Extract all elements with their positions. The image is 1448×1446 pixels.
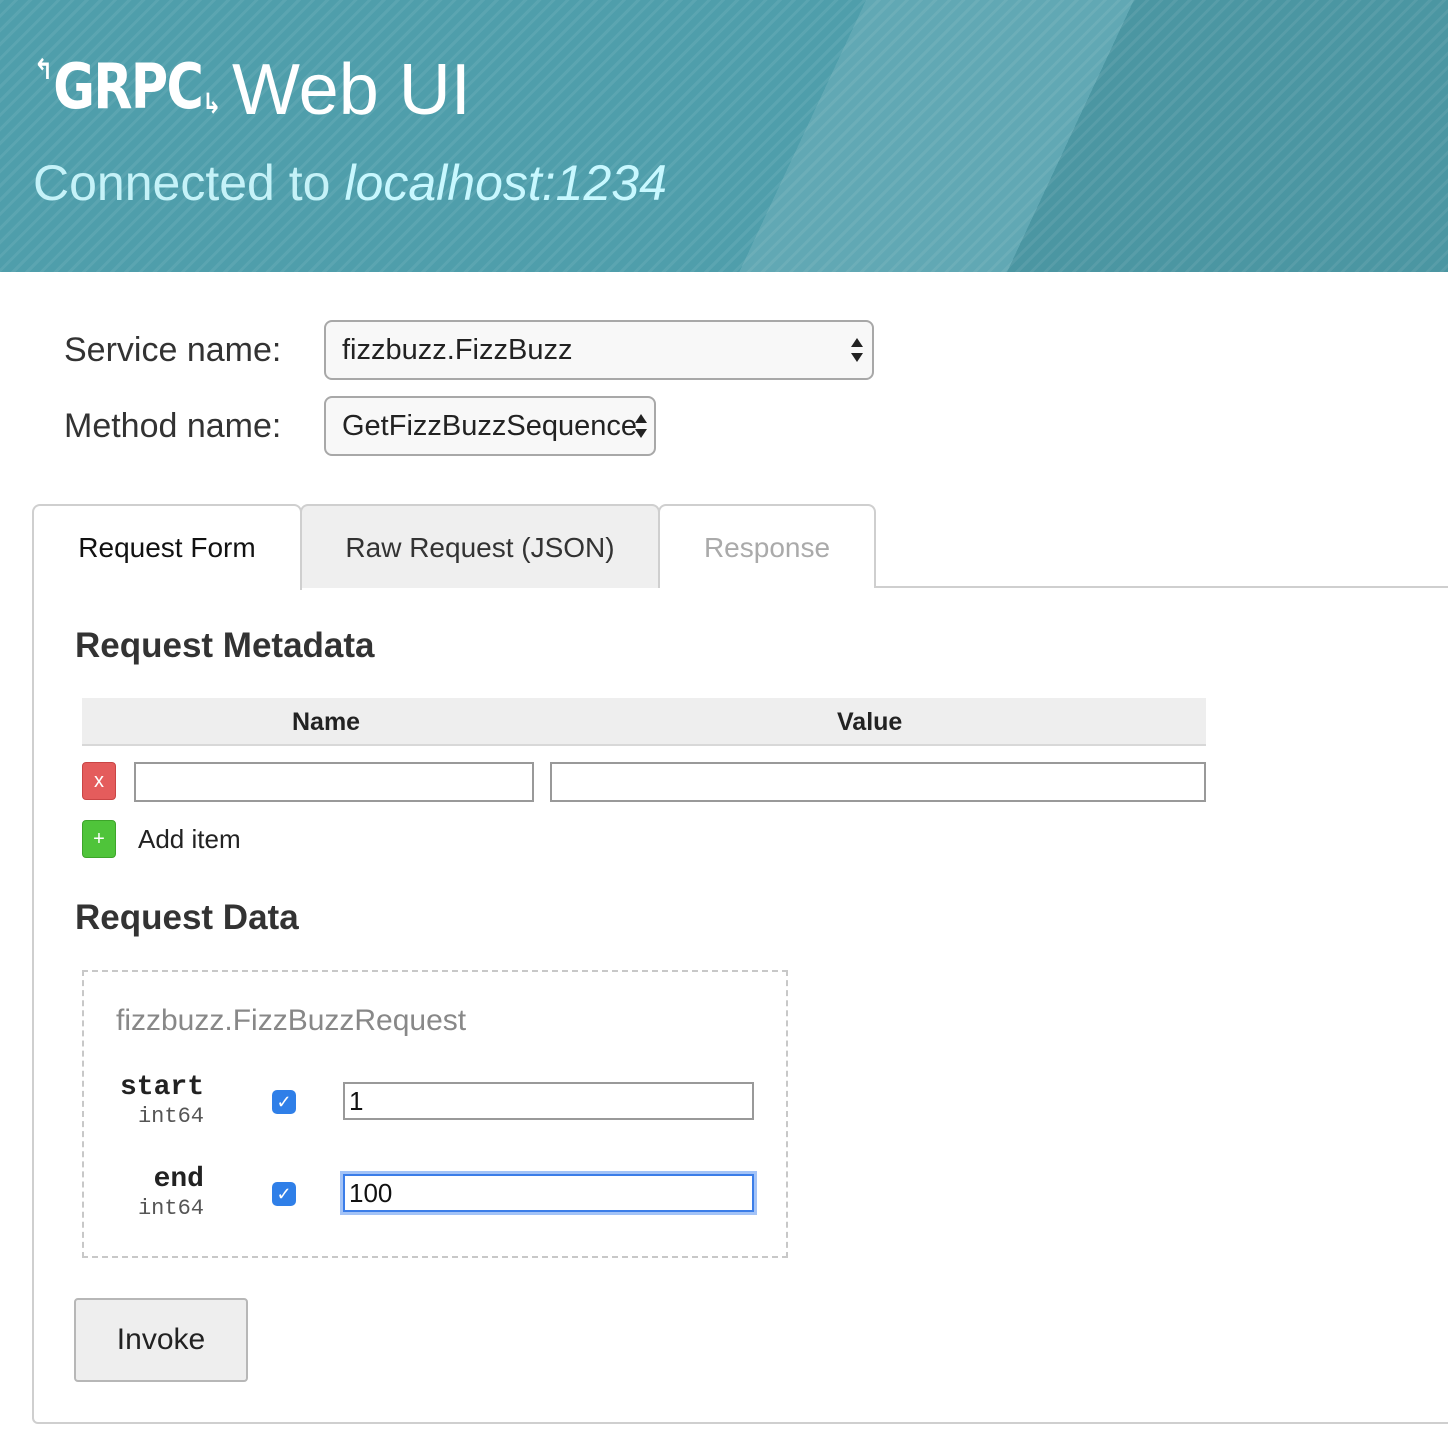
method-select-value: GetFizzBuzzSequence <box>342 410 637 442</box>
select-arrows-icon <box>851 338 863 362</box>
method-select[interactable]: GetFizzBuzzSequence <box>324 396 656 456</box>
connection-status: Connected to localhost:1234 <box>33 158 667 208</box>
field-start-checkbox[interactable]: ✓ <box>272 1090 296 1114</box>
service-select-value: fizzbuzz.FizzBuzz <box>342 334 573 366</box>
metadata-name-input[interactable] <box>134 762 534 802</box>
field-type-start: int64 <box>137 1104 204 1129</box>
host-address: localhost:1234 <box>344 155 667 211</box>
metadata-table-header: Name Value <box>82 698 1206 746</box>
request-metadata-heading: Request Metadata <box>75 626 375 665</box>
invoke-button[interactable]: Invoke <box>74 1298 248 1382</box>
field-end-checkbox[interactable]: ✓ <box>272 1182 296 1206</box>
column-value-header: Value <box>837 708 903 736</box>
app-title: Web UI <box>232 50 471 130</box>
field-name-start: start <box>119 1072 204 1103</box>
tab-request-form[interactable]: Request Form <box>32 504 302 590</box>
method-name-label: Method name: <box>64 407 282 445</box>
app-header: ↰GRPC↳ Web UI Connected to localhost:1234 <box>0 0 1448 272</box>
field-type-end: int64 <box>137 1196 204 1221</box>
select-arrows-icon <box>635 414 647 438</box>
message-type-label: fizzbuzz.FizzBuzzRequest <box>116 1004 467 1037</box>
tab-raw-request[interactable]: Raw Request (JSON) <box>300 504 660 588</box>
remove-item-button[interactable]: x <box>82 762 116 800</box>
field-end-input[interactable] <box>343 1174 754 1212</box>
field-name-end: end <box>153 1164 204 1195</box>
field-start-input[interactable] <box>343 1082 754 1120</box>
request-data-heading: Request Data <box>75 898 299 937</box>
add-item-label[interactable]: Add item <box>138 826 241 852</box>
tab-response[interactable]: Response <box>658 504 876 588</box>
add-item-button[interactable]: + <box>82 820 116 858</box>
metadata-value-input[interactable] <box>550 762 1206 802</box>
connected-label: Connected to <box>33 155 331 211</box>
service-name-label: Service name: <box>64 331 282 369</box>
column-name-header: Name <box>292 708 361 736</box>
service-select[interactable]: fizzbuzz.FizzBuzz <box>324 320 874 380</box>
grpc-logo: ↰GRPC↳ <box>34 50 221 123</box>
